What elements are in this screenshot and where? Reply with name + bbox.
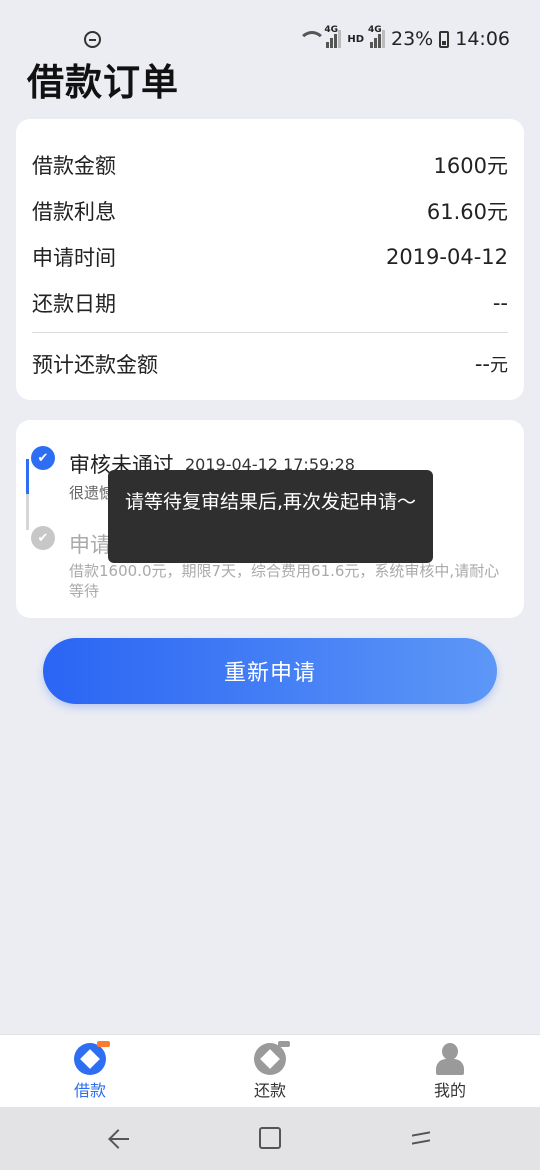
toast-message: 请等待复审结果后,再次发起申请～ — [108, 470, 433, 563]
status-bar: 4G HD 4G 23% 14:06 — [0, 0, 540, 58]
info-label: 借款利息 — [32, 200, 116, 224]
info-row-apply-time: 申请时间 2019-04-12 — [32, 234, 508, 280]
tab-repay[interactable]: 还款 — [180, 1035, 360, 1107]
back-icon[interactable] — [107, 1127, 131, 1151]
do-not-disturb-icon — [84, 31, 101, 48]
tab-label: 我的 — [433, 1081, 466, 1100]
timeline-line-inactive — [26, 494, 29, 530]
timeline-step-description: 借款1600.0元，期限7天，综合费用61.6元，系统审核中,请耐心等待 — [69, 562, 500, 600]
bottom-tab-bar: 借款 还款 我的 — [0, 1034, 540, 1107]
info-row-repay-date: 还款日期 -- — [32, 280, 508, 326]
profile-icon — [434, 1043, 466, 1075]
total-value: --元 — [475, 351, 508, 377]
check-icon: ✔ — [31, 446, 55, 470]
info-row-interest: 借款利息 61.60元 — [32, 188, 508, 234]
signal-icon-2: 4G — [368, 25, 385, 48]
home-icon[interactable] — [259, 1127, 281, 1149]
info-label: 还款日期 — [32, 292, 116, 316]
wifi-icon — [298, 31, 327, 47]
borrow-icon — [74, 1041, 110, 1075]
total-amount: -- — [474, 352, 490, 376]
info-label: 申请时间 — [32, 246, 116, 270]
info-row-amount: 借款金额 1600元 — [32, 142, 508, 188]
timeline-line-active — [26, 459, 29, 494]
divider — [32, 332, 508, 333]
info-value: -- — [492, 291, 508, 315]
system-nav-bar — [0, 1107, 540, 1170]
info-value: 61.60元 — [426, 200, 508, 224]
info-label: 借款金额 — [32, 154, 116, 178]
total-label: 预计还款金额 — [32, 353, 158, 377]
info-value: 1600元 — [433, 154, 508, 178]
recent-apps-icon[interactable] — [410, 1127, 434, 1151]
network-type-label-2: 4G — [368, 25, 382, 35]
network-type-label: 4G — [324, 25, 338, 35]
battery-icon — [439, 30, 450, 48]
page-title: 借款订单 — [27, 61, 179, 104]
loan-info-card: 借款金额 1600元 借款利息 61.60元 申请时间 2019-04-12 还… — [16, 119, 524, 400]
tab-mine[interactable]: 我的 — [360, 1035, 540, 1107]
tab-label: 还款 — [253, 1081, 286, 1100]
clock: 14:06 — [455, 28, 510, 50]
tab-label: 借款 — [73, 1081, 106, 1100]
info-value: 2019-04-12 — [385, 245, 508, 269]
repay-icon — [254, 1041, 290, 1075]
battery-percent: 23% — [391, 28, 434, 50]
total-unit: 元 — [490, 355, 508, 376]
status-indicators: 4G HD 4G 23% 14:06 — [298, 25, 510, 50]
reapply-button[interactable]: 重新申请 — [43, 638, 497, 704]
timeline-step-title-2: 申请 — [69, 533, 111, 557]
check-icon-inactive: ✔ — [31, 526, 55, 550]
tab-borrow[interactable]: 借款 — [0, 1035, 180, 1107]
signal-icon: 4G — [324, 25, 342, 48]
info-row-total: 预计还款金额 --元 — [32, 339, 508, 389]
hd-label: HD — [347, 33, 364, 45]
